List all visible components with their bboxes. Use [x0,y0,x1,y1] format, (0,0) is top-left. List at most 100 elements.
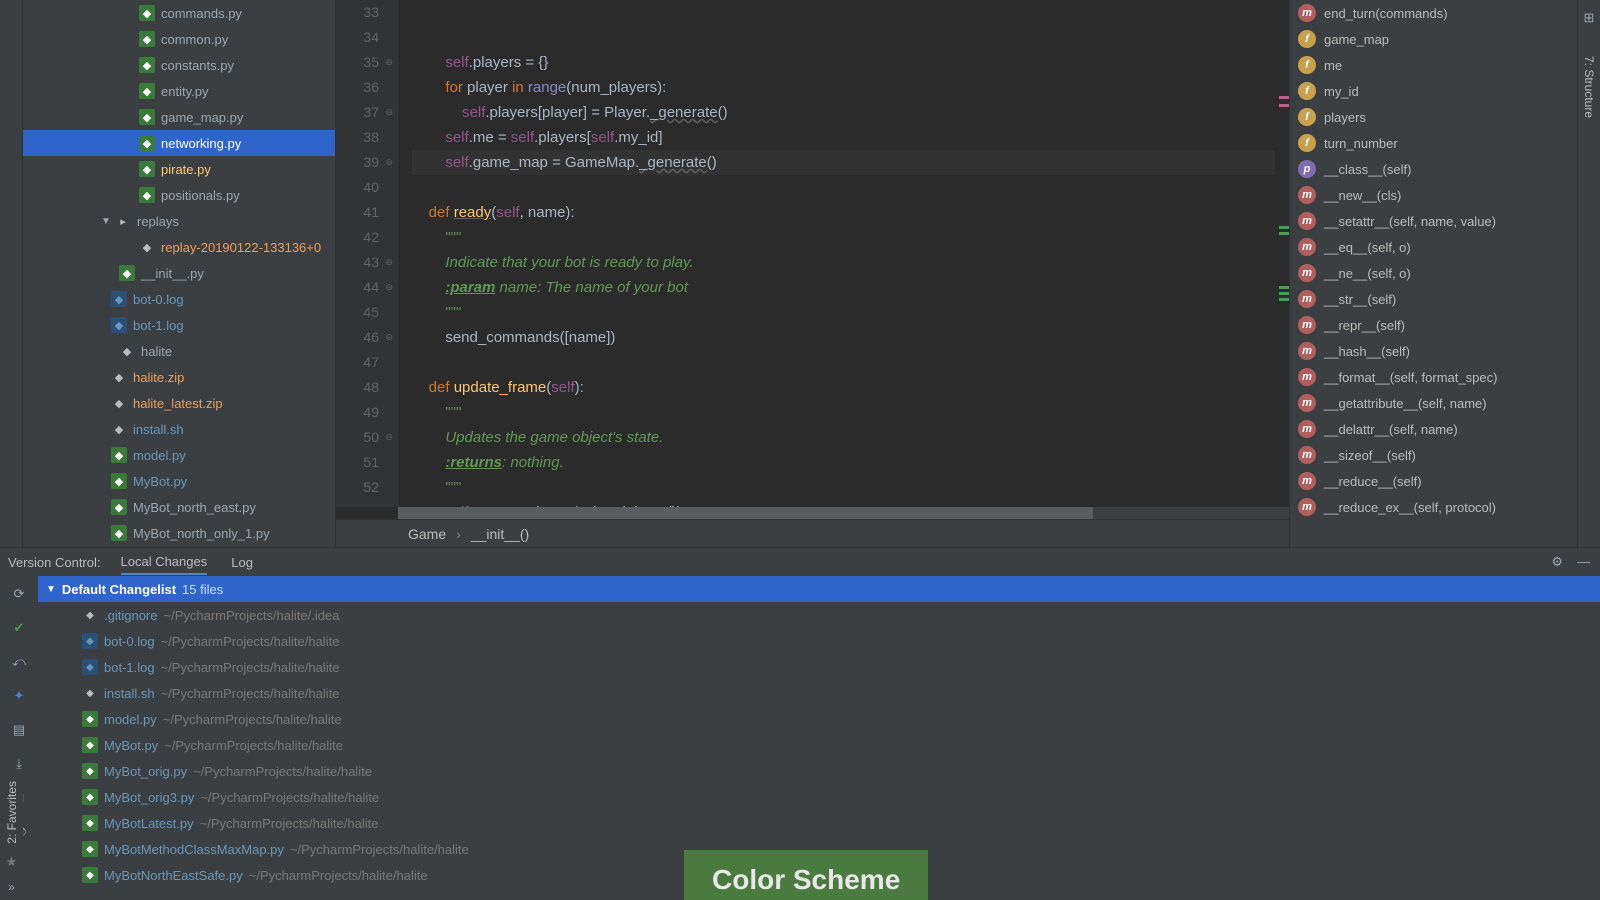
structure-item[interactable]: mend_turn(commands) [1290,0,1577,26]
tree-item[interactable]: ◆bot-1.log [23,312,335,338]
code-line[interactable]: send_commands([name]) [412,325,1289,350]
tree-item[interactable]: ◆pirate.py [23,156,335,182]
structure-item[interactable]: m__new__(cls) [1290,182,1577,208]
favorites-tab-label[interactable]: 2: Favorites [5,781,19,844]
project-tree[interactable]: ◆commands.py◆common.py◆constants.py◆enti… [23,0,336,547]
tree-item[interactable]: ◆halite.zip [23,364,335,390]
expand-tools-icon[interactable]: » [8,880,15,894]
structure-tool-icon[interactable]: ⊞ [1584,10,1595,26]
code-line[interactable]: """ [412,225,1289,250]
tree-item[interactable]: ◆halite_latest.zip [23,390,335,416]
code-line[interactable]: Indicate that your bot is ready to play. [412,250,1289,275]
tree-item[interactable]: ◆positionals.py [23,182,335,208]
py-icon: ◆ [139,187,155,203]
tree-item[interactable]: ◆replay-20190122-133136+0 [23,234,335,260]
tree-item[interactable]: ◆MyBot_north_only_1.py [23,520,335,546]
code-line[interactable]: for player in range(num_players): [412,75,1289,100]
code-line[interactable]: :returns: nothing. [412,450,1289,475]
tree-item[interactable]: ◆constants.py [23,52,335,78]
structure-item[interactable]: m__ne__(self, o) [1290,260,1577,286]
code-line[interactable]: """ [412,400,1289,425]
tree-item[interactable]: ◆MyBot.py [23,468,335,494]
changelist-header[interactable]: ▼ Default Changelist 15 files [38,576,1600,602]
changelist-file[interactable]: ◆MyBot_orig3.py~/PycharmProjects/halite/… [38,784,1600,810]
changelist-file[interactable]: ◆install.sh~/PycharmProjects/halite/hali… [38,680,1600,706]
minimize-icon[interactable]: — [1577,554,1590,570]
tree-item[interactable]: ◆entity.py [23,78,335,104]
structure-item[interactable]: m__setattr__(self, name, value) [1290,208,1577,234]
breadcrumb-method[interactable]: __init__() [471,526,529,542]
tab-local-changes[interactable]: Local Changes [121,550,208,575]
field-icon: f [1298,56,1316,74]
editor-scrollbar[interactable] [1275,0,1289,507]
structure-item[interactable]: p__class__(self) [1290,156,1577,182]
changelist-file[interactable]: ◆MyBotLatest.py~/PycharmProjects/halite/… [38,810,1600,836]
changelist-file[interactable]: ◆.gitignore~/PycharmProjects/halite/.ide… [38,602,1600,628]
structure-item[interactable]: m__reduce__(self) [1290,468,1577,494]
tree-item[interactable]: ◆common.py [23,26,335,52]
structure-item[interactable]: m__repr__(self) [1290,312,1577,338]
tree-item-label: networking.py [161,136,241,151]
code-line[interactable]: :param name: The name of your bot [412,275,1289,300]
star-icon[interactable]: ★ [6,854,18,870]
editor[interactable]: 333435⊖3637⊖3839⊖40414243⊖44⊖4546⊖474849… [336,0,1289,547]
rollback-icon[interactable]: ⤺ [9,652,29,672]
breadcrumb-class[interactable]: Game [408,526,446,542]
tab-log[interactable]: Log [231,551,253,574]
tree-item[interactable]: ◆MyBot_north_east.py [23,494,335,520]
code-line[interactable] [412,350,1289,375]
structure-item[interactable]: m__reduce_ex__(self, protocol) [1290,494,1577,520]
right-tool-strip[interactable]: ⊞ 7: Structure [1577,0,1600,547]
structure-panel[interactable]: mend_turn(commands)fgame_mapfmefmy_idfpl… [1289,0,1577,547]
structure-item[interactable]: m__str__(self) [1290,286,1577,312]
structure-item[interactable]: fme [1290,52,1577,78]
structure-item[interactable]: fgame_map [1290,26,1577,52]
changelist-file[interactable]: ◆model.py~/PycharmProjects/halite/halite [38,706,1600,732]
code-line[interactable]: def update_frame(self): [412,375,1289,400]
code-line[interactable]: """ [412,475,1289,500]
commit-icon[interactable]: ✔ [9,618,29,638]
breadcrumb[interactable]: Game › __init__() [336,519,1289,547]
structure-item[interactable]: m__eq__(self, o) [1290,234,1577,260]
tree-item[interactable]: ◆__init__.py [23,260,335,286]
code-line[interactable]: self.players = {} [412,50,1289,75]
tree-item[interactable]: ▼▸replays [23,208,335,234]
changelist-file[interactable]: ◆bot-1.log~/PycharmProjects/halite/halit… [38,654,1600,680]
gear-icon[interactable]: ⚙ [1551,554,1563,570]
code-line[interactable]: self.me = self.players[self.my_id] [412,125,1289,150]
changelist-icon[interactable]: ▤ [9,720,29,740]
tree-item[interactable]: ◆game_map.py [23,104,335,130]
changelist-file[interactable]: ◆MyBot.py~/PycharmProjects/halite/halite [38,732,1600,758]
changelist-file[interactable]: ◆MyBot_orig.py~/PycharmProjects/halite/h… [38,758,1600,784]
structure-item[interactable]: fmy_id [1290,78,1577,104]
code-area[interactable]: self.players = {} for player in range(nu… [398,0,1289,507]
structure-item[interactable]: m__format__(self, format_spec) [1290,364,1577,390]
structure-item[interactable]: m__hash__(self) [1290,338,1577,364]
tree-item[interactable]: ◆commands.py [23,0,335,26]
tree-item[interactable]: ◆install.sh [23,416,335,442]
editor-hscroll[interactable] [398,507,1289,519]
notification-popup[interactable]: Color Scheme [684,850,928,900]
structure-tab-label[interactable]: 7: Structure [1582,56,1596,118]
code-line[interactable]: self.turn_number = int(read_input()) [412,500,1289,507]
tree-item[interactable]: ◆model.py [23,442,335,468]
refresh-icon[interactable]: ⟳ [9,584,29,604]
version-control-panel[interactable]: Version Control: Local Changes Log ⚙ — ⟳… [0,547,1600,900]
structure-item[interactable]: fplayers [1290,104,1577,130]
tree-item[interactable]: ◆halite [23,338,335,364]
code-line[interactable]: self.game_map = GameMap._generate() [412,150,1289,175]
tree-item[interactable]: ◆bot-0.log [23,286,335,312]
code-line[interactable]: self.players[player] = Player._generate(… [412,100,1289,125]
code-line[interactable]: def ready(self, name): [412,200,1289,225]
changelist-file[interactable]: ◆bot-0.log~/PycharmProjects/halite/halit… [38,628,1600,654]
diff-icon[interactable]: ✦ [9,686,29,706]
tree-item[interactable]: ◆networking.py [23,130,335,156]
structure-item[interactable]: m__delattr__(self, name) [1290,416,1577,442]
code-line[interactable]: Updates the game object's state. [412,425,1289,450]
code-line[interactable]: """ [412,300,1289,325]
structure-item[interactable]: fturn_number [1290,130,1577,156]
structure-item[interactable]: m__getattribute__(self, name) [1290,390,1577,416]
code-line[interactable] [412,175,1289,200]
structure-item[interactable]: m__sizeof__(self) [1290,442,1577,468]
shelve-icon[interactable]: ⤓ [9,754,29,774]
